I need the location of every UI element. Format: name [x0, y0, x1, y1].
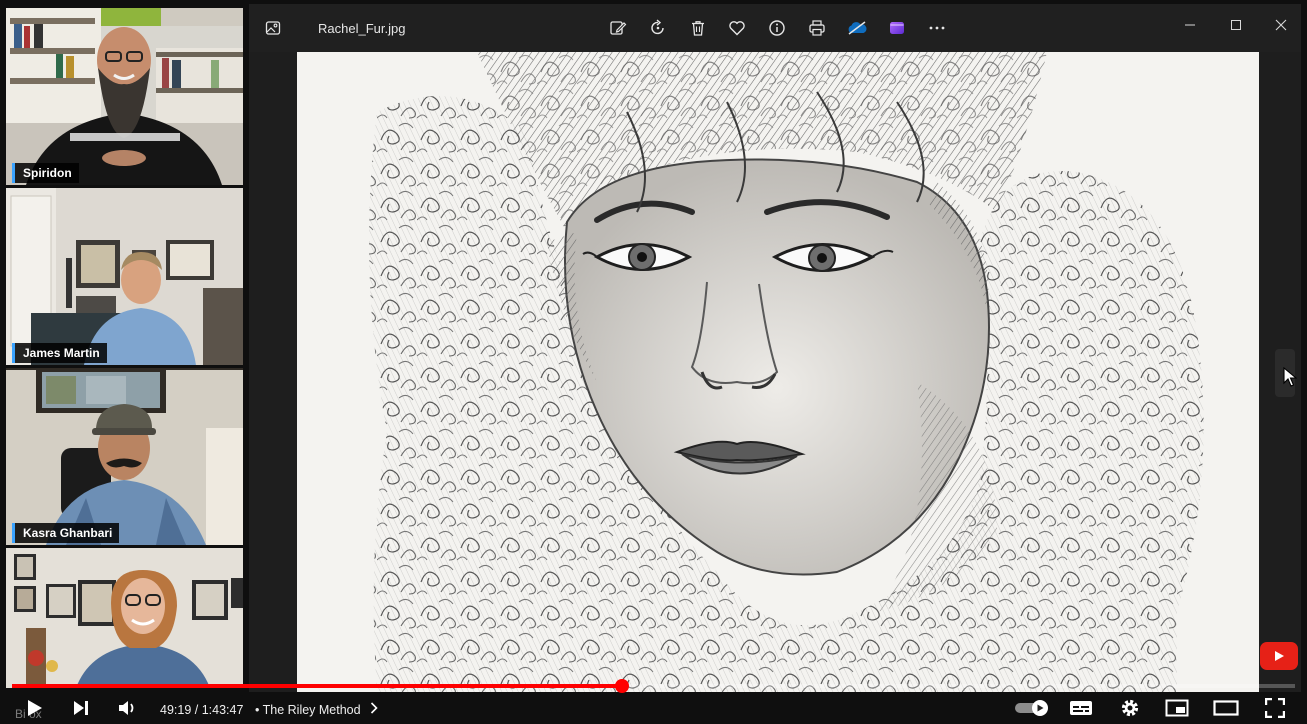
- participant-video: [6, 368, 243, 545]
- participant-tile-spiridon[interactable]: Spiridon: [6, 8, 243, 185]
- close-icon[interactable]: [1266, 12, 1296, 38]
- favorite-icon[interactable]: [725, 16, 749, 40]
- chevron-right-icon[interactable]: [368, 692, 380, 724]
- settings-icon[interactable]: [1117, 692, 1143, 724]
- fullscreen-icon[interactable]: [1261, 692, 1289, 724]
- participant-tile-4[interactable]: [6, 548, 243, 688]
- participant-tile-kasra-ghanbari[interactable]: Kasra Ghanbari: [6, 368, 243, 545]
- participant-tile-james-martin[interactable]: James Martin: [6, 188, 243, 365]
- participant-video: [6, 8, 243, 185]
- maximize-icon[interactable]: [1221, 12, 1251, 38]
- participant-name: James Martin: [12, 343, 107, 363]
- onedrive-icon[interactable]: [845, 16, 869, 40]
- clipchamp-icon[interactable]: [885, 16, 909, 40]
- time-display: 49:19 / 1:43:47: [160, 703, 244, 717]
- print-icon[interactable]: [805, 16, 829, 40]
- autoplay-toggle[interactable]: [1013, 692, 1051, 724]
- scrubber-handle[interactable]: [614, 679, 629, 693]
- screen: Spiridon James Martin Kasra Ghanbari Rac…: [0, 0, 1307, 724]
- image-icon[interactable]: [261, 16, 285, 40]
- participant-video: [6, 548, 243, 688]
- pencil-portrait-image: [297, 52, 1259, 692]
- edit-icon[interactable]: [606, 16, 630, 40]
- rotate-icon[interactable]: [646, 16, 670, 40]
- miniplayer-icon[interactable]: [1163, 692, 1191, 724]
- volume-icon[interactable]: [114, 692, 140, 724]
- viewer-titlebar: Rachel_Fur.jpg: [249, 4, 1301, 52]
- next-icon[interactable]: [68, 692, 94, 724]
- progress-played: [12, 684, 622, 688]
- minimize-icon[interactable]: [1175, 12, 1205, 38]
- participant-name: Spiridon: [12, 163, 79, 183]
- player-controls: Bi ox 49:19 / 1:43:47 • The Riley Method: [0, 692, 1307, 724]
- chapter-name: The Riley Method: [262, 703, 361, 717]
- info-icon[interactable]: [765, 16, 789, 40]
- theater-mode-icon[interactable]: [1212, 692, 1240, 724]
- chapter-title[interactable]: • The Riley Method: [255, 703, 361, 717]
- mouse-cursor-icon: [1283, 366, 1298, 392]
- play-icon[interactable]: [22, 692, 48, 724]
- youtube-logo-icon[interactable]: [1260, 642, 1298, 670]
- progress-bar[interactable]: [12, 679, 1295, 693]
- more-icon[interactable]: [925, 16, 949, 40]
- participant-video: [6, 188, 243, 365]
- file-name: Rachel_Fur.jpg: [318, 21, 406, 36]
- subtitles-icon[interactable]: [1068, 692, 1094, 724]
- participant-name: Kasra Ghanbari: [12, 523, 120, 543]
- delete-icon[interactable]: [686, 16, 710, 40]
- photo-viewer-window: Rachel_Fur.jpg: [249, 4, 1301, 692]
